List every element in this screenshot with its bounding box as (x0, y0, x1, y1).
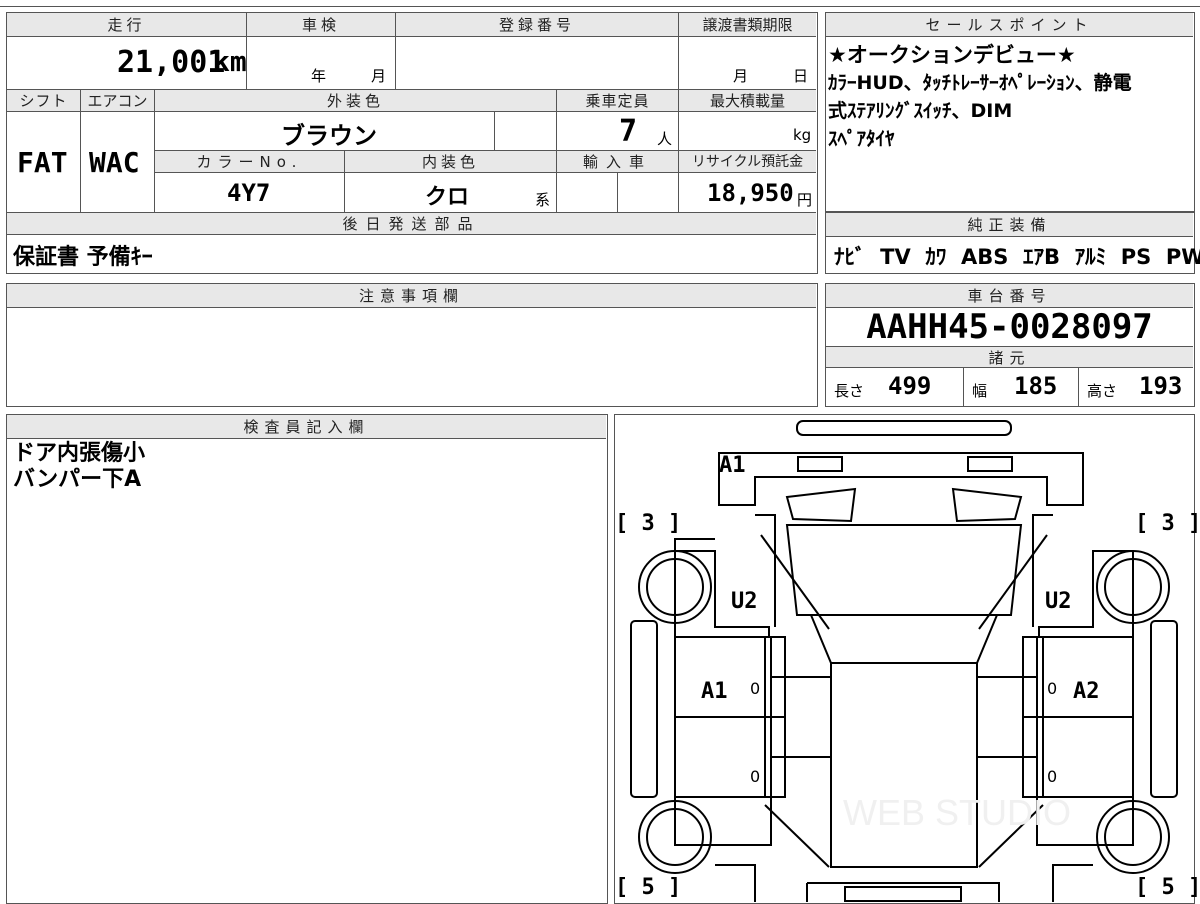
front-damage-mark: A1 (719, 453, 746, 478)
tyre-rear-left: [ 5 ] (615, 875, 682, 900)
capacity-cell: 7 人 (557, 112, 679, 150)
aircon-value: WAC (89, 146, 140, 179)
exterior-color-extra-cell (495, 112, 557, 150)
door-zero-mark: 0 (1047, 679, 1058, 698)
inspection-cell: 年 月 (247, 37, 396, 89)
inspection-label: 車検 (247, 13, 396, 37)
interior-color-cell: クロ 系 (345, 173, 557, 212)
mileage-cell: 21,001 km (7, 37, 247, 89)
inspector-note-line: バンパー下A (13, 467, 142, 492)
tyre-front-left: [ 3 ] (615, 511, 682, 536)
max-load-label: 最大積載量 (679, 90, 816, 112)
inspector-note-line: ドア内張傷小 (13, 441, 146, 466)
transfer-deadline-label: 譲渡書類期限 (679, 13, 816, 37)
left-front-damage-mark: U2 (731, 589, 758, 614)
vehicle-info-block: 走行 車検 登録番号 譲渡書類期限 21,001 km 年 月 月 日 シフト … (6, 12, 818, 274)
recycle-value: 18,950 (707, 179, 794, 207)
color-no-cell: 4Y7 (155, 173, 345, 212)
inspection-year: 年 (311, 67, 327, 85)
mileage-unit: km (213, 45, 247, 78)
inspection-month: 月 (371, 67, 387, 85)
mileage-label: 走行 (7, 13, 247, 37)
import-cell-1 (557, 173, 618, 212)
door-zero-mark: 0 (1047, 767, 1058, 786)
sales-points-block: セールスポイント ★オークションデビュー★ ｶﾗｰHUD、ﾀｯﾁﾄﾚｰｻｰｵﾍﾟ… (825, 12, 1195, 212)
shift-value: FAT (17, 146, 68, 179)
inspector-label: 検査員記入欄 (7, 415, 606, 439)
later-parts-value: 保証書 予備ｷｰ (13, 245, 153, 270)
chassis-label: 車台番号 (826, 284, 1193, 308)
shift-label: シフト (7, 90, 81, 112)
interior-color-value: クロ (425, 185, 470, 210)
spec-label: 諸元 (826, 346, 1193, 368)
length-label: 長さ (834, 382, 865, 400)
capacity-unit: 人 (657, 130, 673, 148)
equipment-label: 純正装備 (826, 213, 1193, 237)
color-no-value: 4Y7 (227, 179, 271, 207)
chassis-number: AAHH45-0028097 (866, 307, 1153, 347)
equipment-block: 純正装備 ﾅﾋﾞ TV ｶﾜ ABS ｴｱB ｱﾙﾐ PS PW (825, 212, 1200, 274)
sales-point-line: ｽﾍﾟｱﾀｲﾔ (828, 128, 895, 150)
notes-label: 注意事項欄 (7, 284, 816, 308)
height-label: 高さ (1087, 382, 1118, 400)
aircon-cell: WAC (81, 112, 155, 212)
capacity-value: 7 (619, 114, 638, 149)
import-label: 輸入車 (557, 151, 679, 173)
mileage-value: 21,001 (117, 45, 226, 80)
exterior-color-value: ブラウン (281, 122, 377, 150)
left-door-damage-mark: A1 (701, 679, 728, 704)
shift-cell: FAT (7, 112, 81, 212)
recycle-cell: 18,950 円 (679, 173, 816, 212)
aircon-label: エアコン (81, 90, 155, 112)
top-strip (0, 0, 1200, 7)
tyre-front-right: [ 3 ] (1135, 511, 1200, 536)
door-zero-mark: 0 (750, 767, 761, 786)
interior-color-label: 内装色 (345, 151, 557, 173)
tyre-rear-right: [ 5 ] (1135, 875, 1200, 900)
sales-point-line: ｶﾗｰHUD、ﾀｯﾁﾄﾚｰｻｰｵﾍﾟﾚｰｼｮﾝ、静電 (828, 72, 1132, 94)
max-load-cell: kg (679, 112, 816, 150)
recycle-unit: 円 (797, 191, 813, 209)
width-label: 幅 (972, 382, 988, 400)
right-front-damage-mark: U2 (1045, 589, 1072, 614)
equipment-value: ﾅﾋﾞ TV ｶﾜ ABS ｴｱB ｱﾙﾐ PS PW (834, 245, 1200, 269)
length-value: 499 (888, 372, 932, 400)
right-door-damage-mark: A2 (1073, 679, 1100, 704)
color-no-label: カラーNo. (155, 151, 345, 173)
sales-points-label: セールスポイント (826, 13, 1193, 37)
width-value: 185 (1014, 372, 1058, 400)
watermark: WEB STUDIO (843, 792, 1071, 833)
door-zero-mark: 0 (750, 679, 761, 698)
interior-color-suffix: 系 (535, 191, 551, 209)
sales-point-line: 式ｽﾃｱﾘﾝｸﾞｽｲｯﾁ、DIM (828, 100, 1013, 122)
transfer-month: 月 (733, 67, 749, 85)
car-diagram: WEB STUDIO (630, 420, 1178, 902)
inspector-notes: ドア内張傷小 バンパー下A (13, 441, 145, 493)
import-cell-2 (618, 173, 679, 212)
inspector-block: 検査員記入欄 ドア内張傷小 バンパー下A (6, 414, 608, 904)
height-cell: 高さ 193 (1079, 368, 1193, 406)
exterior-color-label: 外装色 (155, 90, 557, 112)
notes-block: 注意事項欄 (6, 283, 818, 407)
recycle-label: リサイクル預託金 (679, 151, 816, 173)
transfer-deadline-cell: 月 日 (679, 37, 816, 89)
damage-diagram-block: WEB STUDIO [ 3 ] [ 3 ] [ 5 ] [ 5 ] A1 U2… (614, 414, 1200, 904)
transfer-day: 日 (793, 67, 809, 85)
height-value: 193 (1139, 372, 1183, 400)
reg-number-cell (396, 37, 679, 89)
sales-points-text: ★オークションデビュー★ ｶﾗｰHUD、ﾀｯﾁﾄﾚｰｻｰｵﾍﾟﾚｰｼｮﾝ、静電 … (828, 41, 1132, 153)
chassis-block: 車台番号 AAHH45-0028097 諸元 長さ 499 幅 185 高さ 1… (825, 283, 1195, 407)
sales-point-line: ★オークションデビュー★ (828, 43, 1076, 67)
reg-number-label: 登録番号 (396, 13, 679, 37)
later-parts-label: 後日発送部品 (7, 213, 816, 235)
max-load-unit: kg (793, 126, 812, 144)
exterior-color-cell: ブラウン (155, 112, 495, 150)
width-cell: 幅 185 (964, 368, 1079, 406)
length-cell: 長さ 499 (826, 368, 964, 406)
capacity-label: 乗車定員 (557, 90, 679, 112)
